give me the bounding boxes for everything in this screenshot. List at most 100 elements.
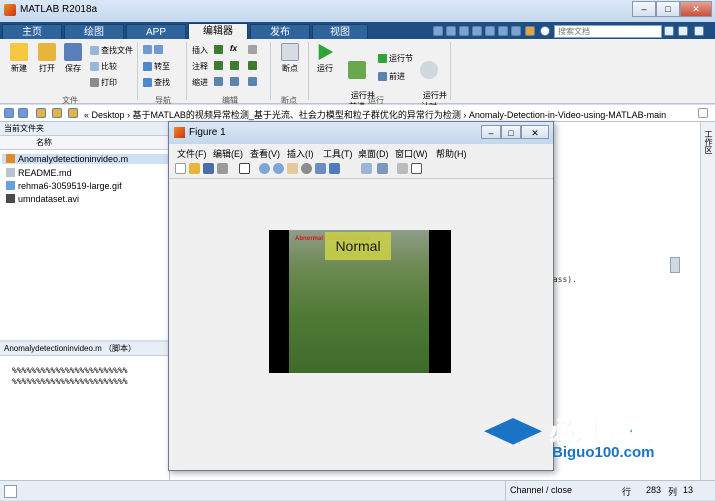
current-folder-path[interactable]: « Desktop › 基于MATLAB的视频异常检测_基于光流、社会力模型和粒… — [84, 108, 666, 121]
status-expand-icon[interactable] — [4, 485, 17, 498]
advance-icon — [378, 72, 387, 81]
figure-minimize-button[interactable]: – — [481, 125, 501, 139]
expand-toolstrip-icon[interactable] — [694, 26, 704, 36]
insert-button[interactable]: 插入 — [192, 45, 208, 56]
new-figure-icon[interactable] — [175, 163, 186, 174]
insert-section-icon[interactable] — [214, 45, 225, 54]
tab-publish[interactable]: 发布 — [250, 24, 310, 39]
print-figure-icon[interactable] — [217, 163, 228, 174]
find-button[interactable]: 查找 — [143, 77, 170, 88]
wrap-comment-icon[interactable] — [230, 61, 241, 70]
new-button[interactable]: 新建 — [6, 43, 32, 74]
decrease-indent-icon[interactable] — [230, 77, 241, 86]
insert-colorbar-icon[interactable] — [377, 163, 388, 174]
pointer-icon[interactable] — [239, 163, 250, 174]
indent-icon[interactable] — [214, 77, 225, 86]
open-file-icon[interactable] — [189, 163, 200, 174]
menu-edit[interactable]: 编辑(E) — [213, 147, 243, 160]
browse-folder-icon[interactable] — [52, 108, 62, 118]
group-separator — [450, 42, 451, 100]
tab-home[interactable]: 主页 — [2, 24, 62, 39]
tab-plots[interactable]: 绘图 — [64, 24, 124, 39]
forward-arrow-icon[interactable] — [18, 108, 28, 118]
file-row[interactable]: README.md — [6, 168, 72, 178]
notification-icon[interactable] — [678, 26, 688, 36]
compare-button[interactable]: 比较 — [90, 61, 117, 72]
menu-desktop[interactable]: 桌面(D) — [358, 147, 389, 160]
menu-help[interactable]: 帮助(H) — [436, 147, 467, 160]
file-row-selected[interactable]: Anomalydetectioninvideo.m — [2, 154, 169, 164]
insert-dropdown-icon[interactable] — [248, 45, 259, 54]
app-title: MATLAB R2018a — [20, 4, 98, 15]
workspace-tab[interactable]: 工作区 — [703, 130, 714, 154]
save-all-icon[interactable] — [433, 26, 443, 36]
status-bar: Channel / close 行 283 列 13 — [0, 480, 715, 501]
tab-apps[interactable]: APP — [126, 24, 186, 39]
name-column-header[interactable]: 名称 — [0, 136, 169, 150]
forward-icon — [154, 45, 163, 54]
file-row[interactable]: rehma6-3059519-large.gif — [6, 181, 122, 191]
back-arrow-icon[interactable] — [4, 108, 14, 118]
run-button[interactable]: 运行 — [312, 43, 338, 74]
redo-icon[interactable] — [498, 26, 508, 36]
insert-legend-icon[interactable] — [397, 163, 408, 174]
status-function-name: Channel / close — [510, 485, 573, 495]
menu-file[interactable]: 文件(F) — [177, 147, 207, 160]
paste-icon[interactable] — [472, 26, 482, 36]
uncomment-icon[interactable] — [248, 61, 259, 70]
close-button[interactable]: ✕ — [680, 1, 712, 17]
comment-button[interactable]: 注释 — [192, 61, 208, 72]
maximize-button[interactable]: □ — [656, 1, 680, 17]
search-documentation-input[interactable]: 搜索文档 — [554, 25, 662, 38]
row-number: 283 — [646, 485, 662, 495]
save-button[interactable]: 保存 — [60, 43, 86, 74]
link-plot-icon[interactable] — [361, 163, 372, 174]
brush-icon[interactable] — [329, 163, 340, 174]
rotate-3d-icon[interactable] — [301, 163, 312, 174]
insert-function-button[interactable]: fx — [230, 44, 237, 53]
search-icon[interactable] — [664, 26, 674, 36]
data-cursor-icon[interactable] — [315, 163, 326, 174]
show-plot-tools-icon[interactable] — [411, 163, 422, 174]
cut-icon[interactable] — [446, 26, 456, 36]
tab-editor[interactable]: 编辑器 — [188, 23, 248, 40]
figure-title: Figure 1 — [189, 127, 226, 138]
run-section-button[interactable]: 运行节 — [378, 53, 413, 64]
save-figure-icon[interactable] — [203, 163, 214, 174]
figure-toolbar — [169, 160, 553, 179]
undo-icon[interactable] — [485, 26, 495, 36]
open-button[interactable]: 打开 — [34, 43, 60, 74]
menu-insert[interactable]: 插入(I) — [287, 147, 314, 160]
increase-indent-icon[interactable] — [248, 77, 259, 86]
file-row[interactable]: umndataset.avi — [6, 194, 79, 204]
editor-scrollbar-thumb[interactable] — [670, 257, 680, 273]
indent-button[interactable]: 缩进 — [192, 77, 208, 88]
back-forward-buttons[interactable] — [143, 45, 165, 54]
goto-button[interactable]: 转至 — [143, 61, 170, 72]
m-file-icon — [6, 154, 15, 163]
advance-button[interactable]: 前进 — [378, 71, 405, 82]
zoom-in-icon[interactable] — [259, 163, 270, 174]
figure-close-button[interactable]: ✕ — [521, 125, 549, 139]
breakpoints-button[interactable]: 断点 — [276, 43, 304, 74]
tab-view[interactable]: 视图 — [312, 24, 368, 39]
switch-windows-icon[interactable] — [511, 26, 521, 36]
figure-maximize-button[interactable]: □ — [501, 125, 521, 139]
menu-tools[interactable]: 工具(T) — [323, 147, 353, 160]
group-separator — [270, 42, 271, 100]
path-dropdown-icon[interactable] — [698, 108, 708, 118]
pan-hand-icon[interactable] — [287, 163, 298, 174]
help-community-icon[interactable] — [525, 26, 535, 36]
help-icon[interactable] — [540, 26, 550, 36]
graduation-cap-icon — [484, 418, 542, 445]
up-folder-icon[interactable] — [36, 108, 46, 118]
print-button[interactable]: 打印 — [90, 77, 117, 88]
find-file-button[interactable]: 查找文件 — [90, 45, 133, 56]
minimize-button[interactable]: – — [632, 1, 656, 17]
copy-icon[interactable] — [459, 26, 469, 36]
zoom-out-icon[interactable] — [273, 163, 284, 174]
menu-view[interactable]: 查看(V) — [250, 147, 280, 160]
menu-window[interactable]: 窗口(W) — [395, 147, 428, 160]
figure-title-bar[interactable]: Figure 1 – □ ✕ — [169, 122, 553, 144]
comment-percent-icon[interactable] — [214, 61, 225, 70]
